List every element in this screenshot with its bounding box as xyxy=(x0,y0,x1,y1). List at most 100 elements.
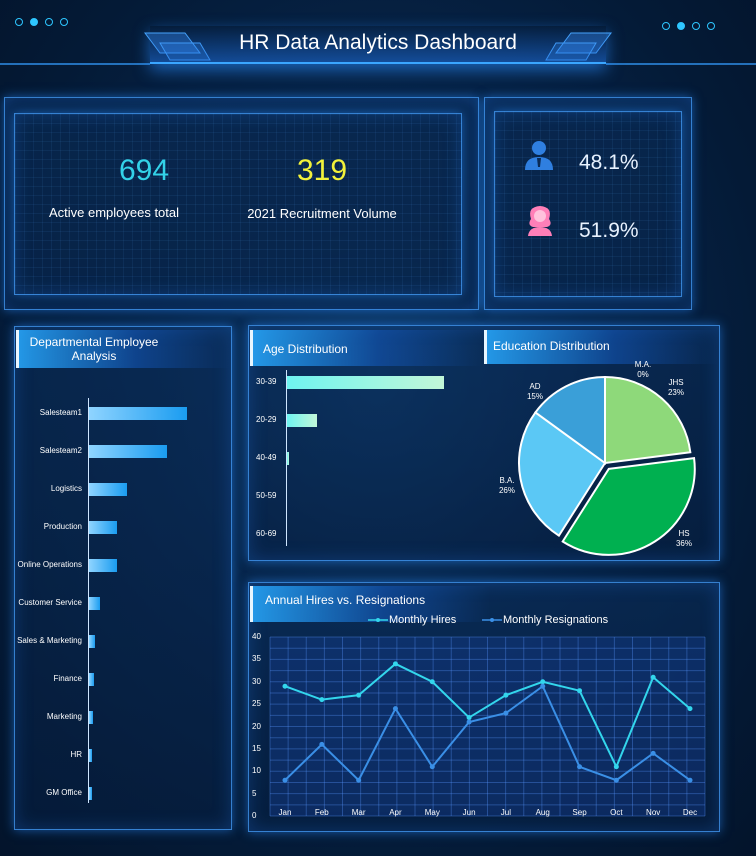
pie-label-value: 36% xyxy=(675,539,692,548)
indicator-dot xyxy=(60,18,68,26)
series-point xyxy=(650,750,656,756)
age-tick-label: 20-29 xyxy=(256,415,277,424)
age-tick-label: 40-49 xyxy=(256,453,277,462)
dept-tick-label: Marketing xyxy=(46,712,82,721)
series-point xyxy=(466,715,472,721)
age-tick-label: 30-39 xyxy=(256,377,277,386)
legend-hires-label: Monthly Hires xyxy=(389,614,457,626)
female-percent: 51.9% xyxy=(579,219,639,242)
pie-data-label: HS 36% xyxy=(670,529,698,549)
dept-tick-label: Sales & Marketing xyxy=(17,636,82,645)
x-tick-label: Apr xyxy=(389,808,402,817)
dept-tick-label: GM Office xyxy=(46,788,82,797)
recruitment-value: 319 xyxy=(296,154,348,187)
female-user-icon xyxy=(528,206,552,236)
pie-data-label: M.A. 0% xyxy=(628,360,658,380)
dept-tick-label: Production xyxy=(43,522,82,531)
hires-line-chart xyxy=(269,636,706,817)
age-bar xyxy=(287,452,289,465)
dept-tick-label: HR xyxy=(70,750,82,759)
pie-label-name: JHS xyxy=(668,378,684,387)
dept-bar xyxy=(89,483,127,496)
pie-label-name: B.A. xyxy=(499,476,515,485)
dept-bar xyxy=(89,597,101,610)
y-tick-label: 5 xyxy=(252,788,257,798)
x-tick-label: Aug xyxy=(535,808,550,817)
dept-bar xyxy=(89,635,96,648)
indicator-dot xyxy=(45,18,53,26)
x-tick-label: Jun xyxy=(462,808,476,817)
x-tick-label: Jan xyxy=(278,808,292,817)
dept-bar xyxy=(89,673,94,686)
age-title: Age Distribution xyxy=(263,342,348,356)
department-title-line2: Analysis xyxy=(71,349,117,363)
dept-tick-label: Salesteam1 xyxy=(39,408,82,417)
series-point xyxy=(687,706,693,712)
pie-label-value: 26% xyxy=(498,486,515,495)
dept-tick-label: Salesteam2 xyxy=(39,446,82,455)
age-header: Age Distribution xyxy=(250,330,482,366)
dept-bar xyxy=(89,521,117,534)
y-tick-label: 25 xyxy=(252,699,261,709)
indicator-dot xyxy=(30,18,38,26)
series-point xyxy=(540,679,546,685)
series-point xyxy=(650,674,656,680)
y-tick-label: 0 xyxy=(252,811,257,820)
pie-label-value: 15% xyxy=(526,392,543,401)
x-tick-label: Feb xyxy=(314,808,329,817)
series-point xyxy=(429,764,435,770)
pie-label-value: 23% xyxy=(667,388,684,397)
age-bar xyxy=(287,414,318,427)
legend-hires-swatch xyxy=(368,618,388,622)
series-point xyxy=(613,777,619,783)
pie-data-label: JHS 23% xyxy=(661,378,691,398)
y-tick-label: 15 xyxy=(252,743,261,753)
dept-bar xyxy=(89,787,92,800)
series-point xyxy=(392,706,398,712)
active-employees-value: 694 xyxy=(118,154,170,187)
age-bar xyxy=(287,376,444,389)
series-point xyxy=(503,692,509,698)
series-point xyxy=(282,683,288,689)
series-point xyxy=(392,661,398,667)
x-tick-label: May xyxy=(424,808,440,817)
series-point xyxy=(282,777,288,783)
pie-data-label: AD 15% xyxy=(520,382,550,402)
dept-bar xyxy=(89,711,94,724)
age-tick-label: 50-59 xyxy=(256,491,277,500)
pie-label-name: HS xyxy=(678,529,690,538)
series-point xyxy=(319,741,325,747)
y-tick-label: 10 xyxy=(252,766,261,776)
dept-bar xyxy=(89,407,187,420)
dept-bar xyxy=(89,559,117,572)
series-point xyxy=(429,679,435,685)
x-tick-label: Oct xyxy=(610,808,623,817)
indicator-dot xyxy=(15,18,23,26)
y-tick-label: 40 xyxy=(252,632,261,641)
education-header: Education Distribution xyxy=(484,330,718,364)
series-point xyxy=(356,777,362,783)
series-point xyxy=(577,764,583,770)
series-point xyxy=(356,692,362,698)
series-point xyxy=(687,777,693,783)
page-title: HR Data Analytics Dashboard xyxy=(239,31,517,54)
recruitment-label: 2021 Recruitment Volume xyxy=(247,206,397,221)
series-point xyxy=(319,697,325,703)
legend-resignations-swatch xyxy=(482,618,502,622)
pie-data-label: B.A. 26% xyxy=(492,476,522,496)
hires-title: Annual Hires vs. Resignations xyxy=(265,593,426,607)
department-header: Departmental Employee Analysis xyxy=(16,330,230,368)
dept-tick-label: Logistics xyxy=(50,484,82,493)
dept-bar xyxy=(89,749,92,762)
x-tick-label: Nov xyxy=(646,808,661,817)
pie-label-name: M.A. xyxy=(634,360,652,369)
dept-tick-label: Finance xyxy=(53,674,82,683)
pie-label-value: 0% xyxy=(637,370,649,379)
x-tick-label: Jul xyxy=(500,808,512,817)
department-title-line1: Departmental Employee xyxy=(29,335,159,349)
dept-bar xyxy=(89,445,167,458)
series-point xyxy=(466,719,472,725)
age-tick-label: 60-69 xyxy=(256,529,277,538)
y-tick-label: 35 xyxy=(252,654,261,664)
active-employees-label: Active employees total xyxy=(48,205,180,220)
